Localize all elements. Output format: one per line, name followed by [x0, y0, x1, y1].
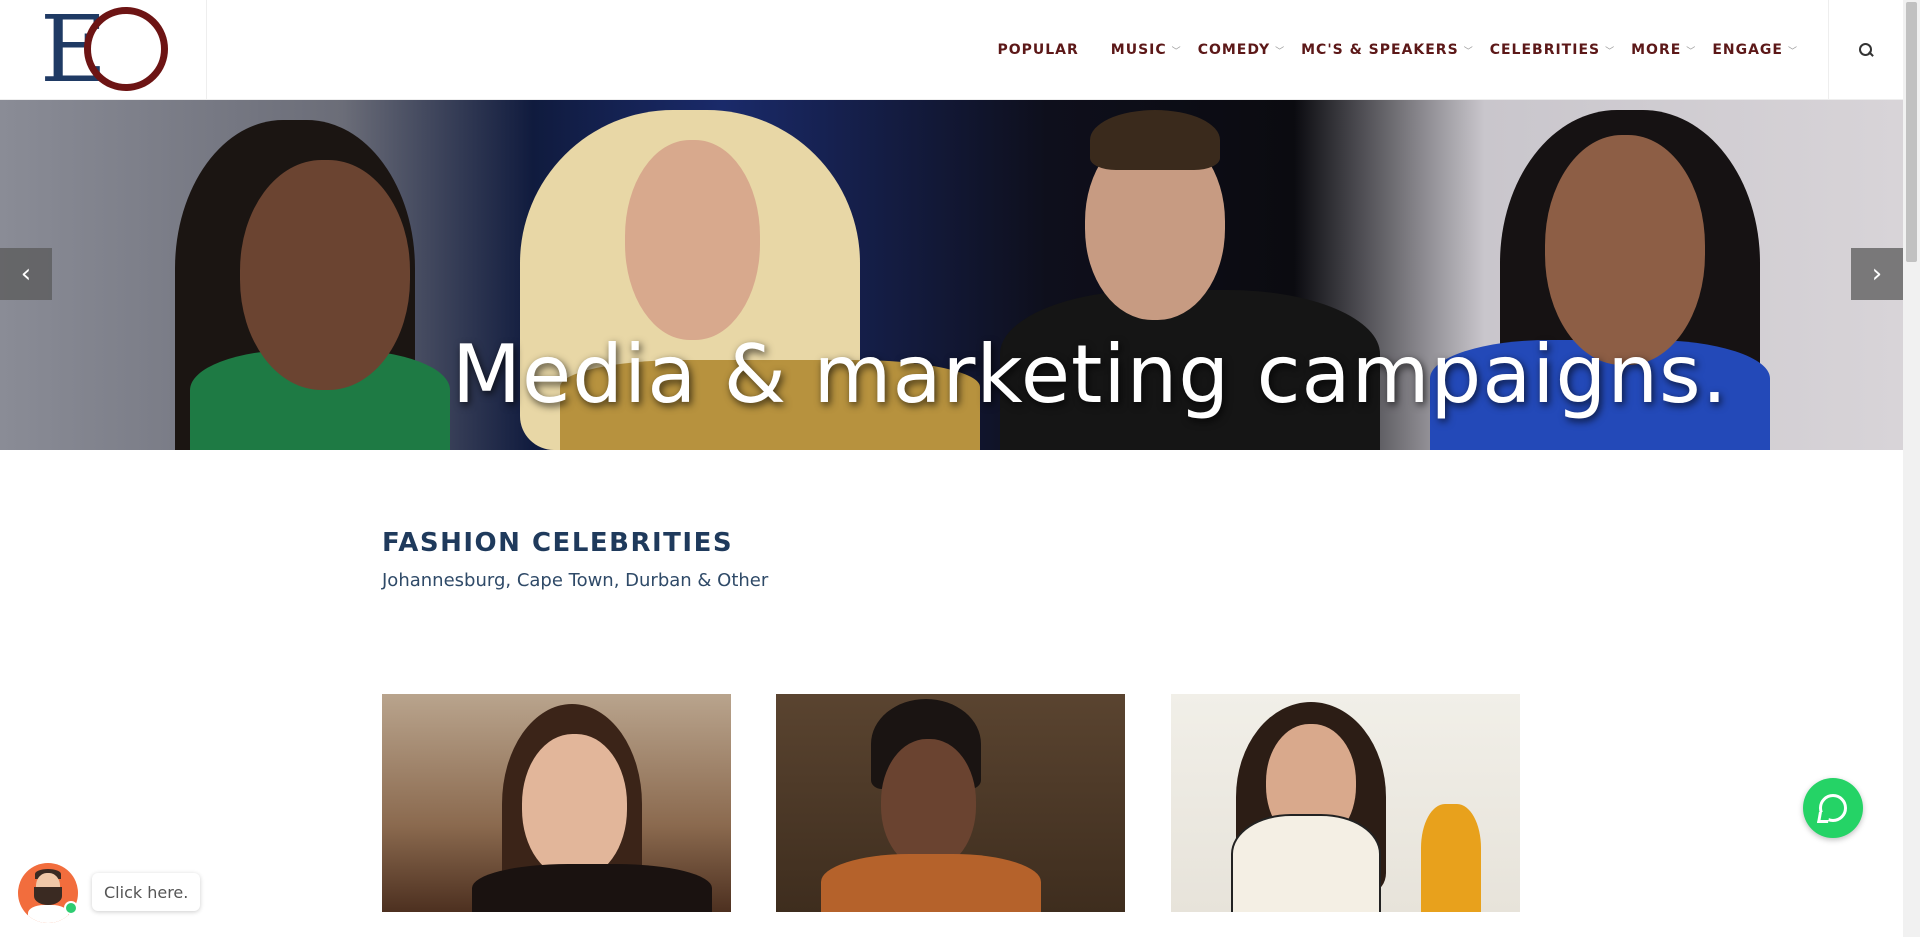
- nav-item-label: ENGAGE: [1712, 42, 1783, 58]
- celebrity-photo-body: [472, 864, 712, 912]
- logo[interactable]: E: [0, 0, 207, 100]
- nav-item-label: POPULAR: [997, 42, 1079, 58]
- chevron-down-icon: ﹀: [1686, 46, 1697, 57]
- nav-item-label: COMEDY: [1197, 42, 1271, 58]
- celebrity-photo-dress: [1231, 814, 1381, 912]
- celebrity-photo-face: [522, 734, 627, 879]
- page-title: FASHION CELEBRITIES: [382, 528, 734, 558]
- page-subtitle: Johannesburg, Cape Town, Durban & Other: [382, 570, 769, 591]
- logo-letter-o: [84, 6, 168, 91]
- hero-image-person-2-face: [625, 140, 760, 340]
- chevron-left-icon: ‹: [20, 259, 32, 289]
- whatsapp-icon: [1819, 794, 1847, 822]
- celebrity-card[interactable]: [1171, 694, 1520, 912]
- main-nav: POPULAR MUSIC ﹀ COMEDY ﹀ MC'S & SPEAKERS…: [997, 0, 1798, 100]
- whatsapp-button[interactable]: [1803, 778, 1863, 838]
- hero-slider: Media & marketing campaigns. ‹ ›: [0, 100, 1903, 450]
- celebrity-card[interactable]: [776, 694, 1125, 912]
- chevron-down-icon: ﹀: [1605, 46, 1616, 57]
- celebrity-photo-body: [821, 854, 1041, 912]
- nav-item-label: MUSIC: [1110, 42, 1167, 58]
- chat-prompt-label: Click here.: [104, 882, 189, 902]
- chat-prompt-bubble[interactable]: Click here.: [92, 873, 201, 911]
- nav-item-label: MC'S & SPEAKERS: [1301, 42, 1459, 58]
- nav-item-celebrities[interactable]: CELEBRITIES ﹀: [1490, 42, 1615, 58]
- nav-item-mcs-speakers[interactable]: MC'S & SPEAKERS ﹀: [1301, 42, 1474, 58]
- avatar-beard: [34, 887, 62, 905]
- scrollbar-thumb[interactable]: [1906, 2, 1917, 262]
- site-header: E POPULAR MUSIC ﹀ COMEDY ﹀ MC'S & SPEAKE…: [0, 0, 1903, 100]
- chevron-down-icon: ﹀: [1463, 46, 1474, 57]
- celebrity-photo-face: [881, 739, 976, 869]
- nav-item-music[interactable]: MUSIC ﹀: [1111, 42, 1182, 58]
- hero-caption: Media & marketing campaigns.: [452, 328, 1729, 421]
- hero-image-person-3-hair: [1090, 110, 1220, 170]
- page-scrollbar[interactable]: [1903, 0, 1920, 937]
- hero-image-person-1-face: [240, 160, 410, 390]
- chevron-down-icon: ﹀: [1275, 46, 1286, 57]
- celebrity-card[interactable]: [382, 694, 731, 912]
- chevron-right-icon: ›: [1871, 259, 1883, 289]
- slider-next-button[interactable]: ›: [1851, 248, 1903, 300]
- nav-item-more[interactable]: MORE ﹀: [1631, 42, 1696, 58]
- nav-item-label: CELEBRITIES: [1489, 42, 1601, 58]
- chevron-down-icon: ﹀: [1171, 46, 1182, 57]
- slider-prev-button[interactable]: ‹: [0, 248, 52, 300]
- page: E POPULAR MUSIC ﹀ COMEDY ﹀ MC'S & SPEAKE…: [0, 0, 1920, 937]
- chevron-down-icon: ﹀: [1787, 46, 1798, 57]
- search-button[interactable]: [1828, 0, 1903, 100]
- avatar-shirt: [28, 905, 68, 923]
- nav-item-engage[interactable]: ENGAGE ﹀: [1712, 42, 1798, 58]
- nav-item-label: MORE: [1631, 42, 1682, 58]
- nav-item-comedy[interactable]: COMEDY ﹀: [1198, 42, 1285, 58]
- celebrity-photo-background-figure: [1421, 804, 1481, 912]
- online-status-dot: [64, 901, 78, 915]
- search-icon: [1859, 43, 1873, 57]
- nav-item-popular[interactable]: POPULAR: [997, 42, 1078, 58]
